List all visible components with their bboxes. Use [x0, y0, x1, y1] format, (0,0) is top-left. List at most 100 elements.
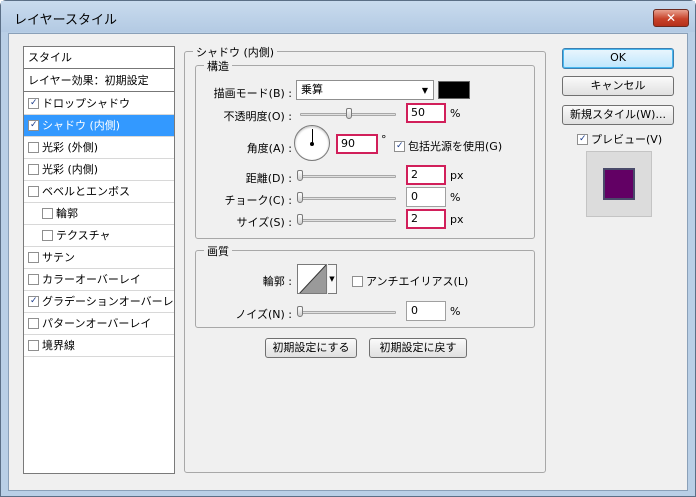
effect-label: パターンオーバーレイ	[42, 317, 152, 330]
checkbox-icon[interactable]	[28, 317, 39, 329]
effect-label: サテン	[42, 251, 75, 264]
effect-item[interactable]: グラデーションオーバーレイ	[24, 291, 174, 313]
antialias-checkbox[interactable]: アンチエイリアス(L)	[352, 273, 468, 289]
quality-group: 画質 輪郭 : ▼ アンチエイリアス(L) ノイズ(N) : 0 %	[195, 243, 535, 328]
structure-group: 構造 描画モード(B) : 乗算 ▼ 不透明度(O) : 50 % 角度(A) …	[195, 58, 535, 239]
effect-label: グラデーションオーバーレイ	[42, 295, 174, 308]
checkbox-icon	[352, 275, 363, 287]
chevron-down-icon: ▼	[421, 86, 428, 95]
styles-list: スタイル レイヤー効果：初期設定 ドロップシャドウシャドウ (内側) 光彩 (外側…	[23, 46, 175, 474]
layer-style-dialog: レイヤースタイル ✕ スタイル レイヤー効果：初期設定 ドロップシャドウシャドウ…	[0, 0, 696, 497]
contour-dropdown[interactable]: ▼	[328, 264, 337, 294]
angle-unit: °	[381, 133, 387, 146]
checkbox-icon[interactable]	[28, 295, 39, 307]
cancel-button[interactable]: キャンセル	[562, 76, 674, 96]
structure-title: 構造	[204, 58, 232, 74]
effect-item[interactable]: ドロップシャドウ	[24, 93, 174, 115]
effect-label: テクスチャ	[56, 229, 111, 242]
new-style-button[interactable]: 新規スタイル(W)...	[562, 105, 674, 125]
chevron-down-icon: ▼	[329, 275, 335, 283]
blend-mode-label: 描画モード(B) :	[213, 87, 292, 100]
close-button[interactable]: ✕	[653, 9, 689, 27]
size-input[interactable]: 2	[406, 209, 446, 229]
noise-label: ノイズ(N) :	[235, 308, 292, 321]
distance-unit: px	[450, 169, 464, 182]
effect-label: 光彩 (内側)	[42, 163, 99, 176]
effect-item[interactable]: カラーオーバーレイ	[24, 269, 174, 291]
dialog-body: スタイル レイヤー効果：初期設定 ドロップシャドウシャドウ (内側) 光彩 (外側…	[8, 33, 688, 491]
checkbox-icon	[394, 140, 405, 152]
global-light-checkbox[interactable]: 包括光源を使用(G)	[394, 138, 502, 154]
contour-label: 輪郭 :	[262, 275, 292, 288]
effect-item[interactable]: 境界線	[24, 335, 174, 357]
size-slider-thumb[interactable]	[297, 214, 303, 225]
opacity-label: 不透明度(O) :	[223, 110, 292, 123]
effect-item[interactable]: 光彩 (内側)	[24, 159, 174, 181]
checkbox-icon[interactable]	[28, 273, 39, 285]
reset-default-button[interactable]: 初期設定に戻す	[369, 338, 467, 358]
noise-input[interactable]: 0	[406, 301, 446, 321]
distance-slider-thumb[interactable]	[297, 170, 303, 181]
blend-options-item[interactable]: レイヤー効果：初期設定	[24, 70, 174, 92]
choke-slider-thumb[interactable]	[297, 192, 303, 203]
choke-slider[interactable]	[300, 197, 396, 200]
checkbox-icon[interactable]	[28, 185, 39, 197]
contour-curve-icon	[299, 265, 326, 293]
inner-shadow-group: シャドウ (内側) 構造 描画モード(B) : 乗算 ▼ 不透明度(O) : 5…	[184, 44, 546, 473]
size-unit: px	[450, 213, 464, 226]
effect-item[interactable]: サテン	[24, 247, 174, 269]
effect-label: ベベルとエンボス	[42, 185, 130, 198]
blend-mode-select[interactable]: 乗算 ▼	[296, 80, 434, 100]
checkbox-icon[interactable]	[42, 207, 53, 219]
checkbox-icon	[577, 133, 588, 145]
effect-item[interactable]: シャドウ (内側)	[24, 115, 174, 137]
checkbox-icon[interactable]	[28, 339, 39, 351]
contour-picker[interactable]	[297, 264, 327, 294]
choke-unit: %	[450, 191, 461, 204]
effect-label: カラーオーバーレイ	[42, 273, 141, 286]
checkbox-icon[interactable]	[28, 97, 39, 109]
title-bar[interactable]: レイヤースタイル ✕	[1, 1, 695, 32]
size-slider[interactable]	[300, 219, 396, 222]
angle-label: 角度(A) :	[246, 142, 292, 155]
angle-dial[interactable]	[294, 125, 330, 161]
effect-label: 輪郭	[56, 207, 78, 220]
quality-title: 画質	[204, 243, 232, 259]
distance-label: 距離(D) :	[245, 172, 292, 185]
opacity-input[interactable]: 50	[406, 103, 446, 123]
checkbox-icon[interactable]	[42, 229, 53, 241]
noise-slider-thumb[interactable]	[297, 306, 303, 317]
angle-input[interactable]: 90	[336, 134, 378, 154]
opacity-slider-thumb[interactable]	[346, 108, 352, 119]
dialog-title: レイヤースタイル	[14, 13, 117, 28]
preview-checkbox[interactable]: プレビュー(V)	[577, 131, 662, 147]
effect-item[interactable]: テクスチャ	[24, 225, 174, 247]
shadow-color-swatch[interactable]	[438, 81, 470, 99]
checkbox-icon[interactable]	[28, 141, 39, 153]
noise-unit: %	[450, 305, 461, 318]
choke-label: チョーク(C) :	[224, 194, 292, 207]
checkbox-icon[interactable]	[28, 119, 39, 131]
choke-input[interactable]: 0	[406, 187, 446, 207]
effect-label: ドロップシャドウ	[42, 97, 130, 110]
effect-label: シャドウ (内側)	[42, 119, 121, 132]
checkbox-icon[interactable]	[28, 251, 39, 263]
effect-label: 光彩 (外側)	[42, 141, 99, 154]
effect-label: 境界線	[42, 339, 75, 352]
styles-header[interactable]: スタイル	[24, 47, 174, 69]
make-default-button[interactable]: 初期設定にする	[265, 338, 357, 358]
opacity-unit: %	[450, 107, 461, 120]
effect-item[interactable]: ベベルとエンボス	[24, 181, 174, 203]
checkbox-icon[interactable]	[28, 163, 39, 175]
effect-item[interactable]: パターンオーバーレイ	[24, 313, 174, 335]
close-icon: ✕	[665, 11, 677, 25]
ok-button[interactable]: OK	[562, 48, 674, 69]
effect-item[interactable]: 光彩 (外側)	[24, 137, 174, 159]
preview-swatch	[603, 168, 635, 200]
noise-slider[interactable]	[300, 311, 396, 314]
size-label: サイズ(S) :	[236, 216, 292, 229]
distance-input[interactable]: 2	[406, 165, 446, 185]
distance-slider[interactable]	[300, 175, 396, 178]
effect-item[interactable]: 輪郭	[24, 203, 174, 225]
style-preview	[586, 151, 652, 217]
